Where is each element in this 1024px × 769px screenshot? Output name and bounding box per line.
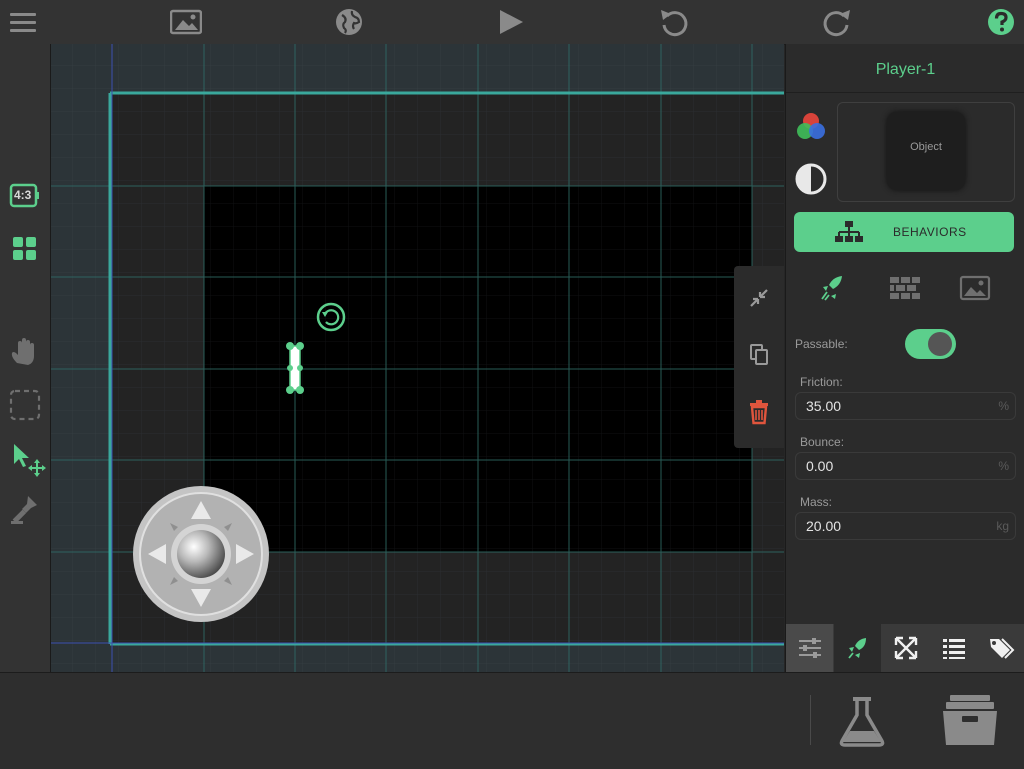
bounce-label: Bounce: bbox=[800, 435, 845, 449]
library-box-icon[interactable] bbox=[938, 693, 1002, 749]
bricks-tab-icon[interactable] bbox=[889, 272, 921, 304]
top-toolbar bbox=[0, 0, 1024, 45]
passable-label: Passable: bbox=[795, 337, 848, 351]
globe-icon[interactable] bbox=[333, 6, 365, 38]
divider bbox=[810, 695, 811, 745]
tab-settings[interactable] bbox=[786, 624, 833, 672]
grid-icon[interactable] bbox=[8, 232, 42, 266]
canvas-side-tools bbox=[734, 266, 784, 448]
friction-unit: % bbox=[998, 399, 1009, 413]
friction-label: Friction: bbox=[800, 375, 843, 389]
mass-label: Mass: bbox=[800, 495, 833, 509]
hand-icon[interactable] bbox=[8, 336, 42, 370]
object-thumbnail-label: Object bbox=[910, 141, 942, 153]
behaviors-label: BEHAVIORS bbox=[893, 225, 967, 239]
copy-icon[interactable] bbox=[735, 331, 783, 379]
panel-title: Player-1 bbox=[786, 44, 1024, 93]
friction-value: 35.00 bbox=[806, 398, 842, 414]
help-icon[interactable] bbox=[985, 6, 1017, 38]
play-icon[interactable] bbox=[495, 6, 527, 38]
menu-icon[interactable] bbox=[7, 6, 39, 38]
aspect-ratio-icon[interactable]: 4:3 bbox=[8, 179, 42, 213]
friction-field[interactable]: 35.00 % bbox=[795, 392, 1016, 420]
scene-canvas[interactable] bbox=[51, 44, 784, 672]
undo-icon[interactable] bbox=[658, 6, 690, 38]
collapse-icon[interactable] bbox=[735, 274, 783, 322]
image-icon[interactable] bbox=[170, 6, 202, 38]
bounce-field[interactable]: 0.00 % bbox=[795, 452, 1016, 480]
tab-list[interactable] bbox=[930, 624, 977, 672]
object-thumbnail: Object bbox=[887, 112, 965, 190]
flask-icon[interactable] bbox=[838, 695, 892, 749]
left-tool-rail: 4:3 bbox=[0, 44, 51, 672]
mass-value: 20.00 bbox=[806, 518, 842, 534]
image-tab-icon[interactable] bbox=[959, 272, 991, 304]
stamp-icon[interactable] bbox=[8, 493, 42, 527]
color-picker-icon[interactable] bbox=[794, 110, 828, 144]
physics-tab-icon[interactable] bbox=[818, 272, 850, 304]
mass-unit: kg bbox=[996, 519, 1009, 533]
tab-tags[interactable] bbox=[978, 624, 1024, 672]
player-object[interactable] bbox=[283, 340, 307, 396]
select-box-icon[interactable] bbox=[8, 388, 42, 422]
bounce-unit: % bbox=[998, 459, 1009, 473]
pointer-move-icon[interactable] bbox=[8, 442, 46, 477]
behaviors-button[interactable]: BEHAVIORS bbox=[794, 212, 1014, 252]
mass-field[interactable]: 20.00 kg bbox=[795, 512, 1016, 540]
bounce-value: 0.00 bbox=[806, 458, 834, 474]
passable-toggle-knob bbox=[928, 332, 952, 356]
bottom-bar bbox=[0, 672, 1024, 769]
properties-panel: Player-1 Object BEHAVIORS Passable: Fric… bbox=[785, 44, 1024, 672]
tab-physics[interactable] bbox=[834, 624, 881, 672]
redo-icon[interactable] bbox=[821, 6, 853, 38]
virtual-joystick[interactable] bbox=[132, 485, 270, 623]
contrast-icon[interactable] bbox=[794, 162, 828, 196]
trash-icon[interactable] bbox=[735, 388, 783, 436]
object-preview[interactable]: Object bbox=[837, 102, 1015, 202]
rotate-handle-icon[interactable] bbox=[315, 301, 347, 333]
aspect-ratio-label: 4:3 bbox=[14, 188, 32, 202]
panel-tab-bar bbox=[786, 624, 1024, 672]
passable-toggle[interactable] bbox=[905, 329, 956, 359]
tab-transform[interactable] bbox=[882, 624, 929, 672]
